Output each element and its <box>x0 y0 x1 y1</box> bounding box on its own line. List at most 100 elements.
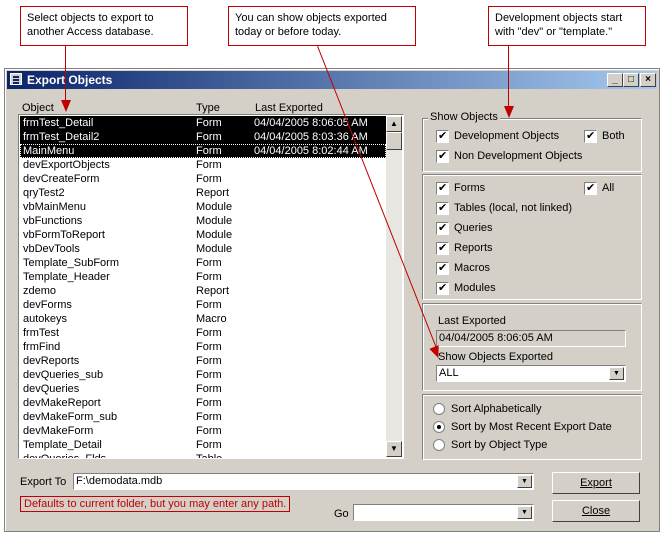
list-cell-type: Macro <box>196 313 227 325</box>
list-cell-type: Form <box>196 439 222 451</box>
list-item[interactable]: devQueries Form <box>20 382 386 396</box>
list-item[interactable]: Template_Detail Form <box>20 438 386 452</box>
list-cell-object: devMakeForm_sub <box>23 411 118 423</box>
list-item[interactable]: devMakeReport Form <box>20 396 386 410</box>
scroll-thumb[interactable] <box>386 132 402 150</box>
list-cell-object: devQueries_Flds <box>23 453 107 459</box>
show-objects-exported-value: ALL <box>439 367 459 379</box>
queries-checkbox[interactable] <box>436 221 449 235</box>
list-item[interactable]: frmTest Form <box>20 326 386 340</box>
export-to-value: F:\demodata.mdb <box>76 475 163 487</box>
list-item[interactable]: devExportObjects Form <box>20 158 386 172</box>
list-item[interactable]: frmTest_Detail2 Form 04/04/2005 8:03:36 AM <box>20 130 386 144</box>
show-objects-label: Show Objects <box>428 111 500 123</box>
list-item[interactable]: vbFunctions Module <box>20 214 386 228</box>
tables-checkbox[interactable] <box>436 201 449 215</box>
list-item[interactable]: autokeys Macro <box>20 312 386 326</box>
development-objects-checkbox[interactable] <box>436 129 449 143</box>
list-item[interactable]: devForms Form <box>20 298 386 312</box>
list-cell-type: Form <box>196 383 222 395</box>
chevron-down-icon[interactable]: ▼ <box>517 506 532 519</box>
list-cell-object: Template_Detail <box>23 439 102 451</box>
list-cell-object: devExportObjects <box>23 159 110 171</box>
chevron-down-icon[interactable]: ▼ <box>517 475 532 488</box>
reports-checkbox[interactable] <box>436 241 449 255</box>
list-cell-object: Template_Header <box>23 271 110 283</box>
list-cell-last: 04/04/2005 8:06:05 AM <box>254 117 368 129</box>
sort-recent-label: Sort by Most Recent Export Date <box>451 421 612 433</box>
forms-checkbox[interactable] <box>436 181 449 195</box>
go-select[interactable]: ▼ <box>353 504 534 521</box>
list-cell-object: frmTest_Detail2 <box>23 131 100 143</box>
list-scrollbar[interactable]: ▲ ▼ <box>386 116 402 457</box>
list-cell-type: Form <box>196 327 222 339</box>
list-item[interactable]: Template_Header Form <box>20 270 386 284</box>
restore-button[interactable]: □ <box>623 73 639 87</box>
all-checkbox[interactable] <box>584 181 597 195</box>
list-cell-object: MainMenu <box>23 145 75 157</box>
show-objects-group <box>422 118 642 172</box>
modules-checkbox[interactable] <box>436 281 449 295</box>
close-button[interactable]: Close <box>552 500 640 522</box>
both-checkbox[interactable] <box>584 129 597 143</box>
list-cell-type: Form <box>196 341 222 353</box>
close-window-button[interactable]: × <box>640 73 656 87</box>
non-development-objects-checkbox[interactable] <box>436 149 449 163</box>
list-item[interactable]: zdemo Report <box>20 284 386 298</box>
scroll-up-button[interactable]: ▲ <box>386 116 402 132</box>
list-cell-type: Module <box>196 243 233 255</box>
export-to-field[interactable]: F:\demodata.mdb ▼ <box>73 473 534 490</box>
list-item[interactable]: Template_SubForm Form <box>20 256 386 270</box>
list-item[interactable]: vbMainMenu Module <box>20 200 386 214</box>
objects-listbox[interactable]: frmTest_Detail Form 04/04/2005 8:06:05 AM f… <box>18 114 404 459</box>
list-cell-object: frmTest <box>23 327 60 339</box>
modules-label: Modules <box>454 282 496 294</box>
list-cell-object: frmFind <box>23 341 61 353</box>
list-cell-type: Form <box>196 411 222 423</box>
column-header-object: Object <box>22 102 54 114</box>
list-cell-object: zdemo <box>23 285 57 297</box>
list-item[interactable]: devCreateForm Form <box>20 172 386 186</box>
callout-show-exported: You can show objects exported today or b… <box>228 6 416 46</box>
list-cell-type: Form <box>196 425 222 437</box>
window-title: Export Objects <box>27 73 113 87</box>
list-item[interactable]: vbDevTools Module <box>20 242 386 256</box>
list-cell-type: Form <box>196 299 222 311</box>
list-item[interactable]: frmFind Form <box>20 340 386 354</box>
list-cell-type: Table <box>196 453 223 459</box>
list-item[interactable]: devMakeForm_sub Form <box>20 410 386 424</box>
sort-recent-radio[interactable] <box>433 421 445 433</box>
list-cell-object: devCreateForm <box>23 173 100 185</box>
list-item[interactable]: vbFormToReport Module <box>20 228 386 242</box>
list-item[interactable]: devReports Form <box>20 354 386 368</box>
list-item[interactable]: MainMenu Form 04/04/2005 8:02:44 AM <box>20 144 386 158</box>
list-item[interactable]: devQueries_sub Form <box>20 368 386 382</box>
column-header-type: Type <box>196 102 220 114</box>
list-cell-object: vbDevTools <box>23 243 80 255</box>
list-item[interactable]: qryTest2 Report <box>20 186 386 200</box>
minimize-button[interactable]: _ <box>607 73 623 87</box>
list-item[interactable]: devQueries_Flds Table <box>20 452 386 459</box>
macros-checkbox[interactable] <box>436 261 449 275</box>
show-objects-exported-select[interactable]: ALL ▼ <box>436 365 626 382</box>
list-cell-object: vbFormToReport <box>23 229 105 241</box>
list-item[interactable]: devMakeForm Form <box>20 424 386 438</box>
list-cell-type: Form <box>196 369 222 381</box>
scroll-down-button[interactable]: ▼ <box>386 441 402 457</box>
form-icon <box>10 73 22 85</box>
list-cell-object: frmTest_Detail <box>23 117 94 129</box>
list-cell-type: Form <box>196 397 222 409</box>
sort-alphabetically-label: Sort Alphabetically <box>451 403 542 415</box>
last-exported-field: 04/04/2005 8:06:05 AM <box>436 330 626 347</box>
export-button[interactable]: Export <box>552 472 640 494</box>
chevron-down-icon[interactable]: ▼ <box>609 367 624 380</box>
list-cell-type: Form <box>196 271 222 283</box>
sort-type-radio[interactable] <box>433 439 445 451</box>
list-cell-type: Form <box>196 159 222 171</box>
list-cell-type: Form <box>196 173 222 185</box>
list-item[interactable]: frmTest_Detail Form 04/04/2005 8:06:05 AM <box>20 116 386 130</box>
sort-alphabetically-radio[interactable] <box>433 403 445 415</box>
list-cell-object: devQueries_sub <box>23 369 104 381</box>
list-cell-type: Form <box>196 117 222 129</box>
export-to-label: Export To <box>20 476 67 488</box>
